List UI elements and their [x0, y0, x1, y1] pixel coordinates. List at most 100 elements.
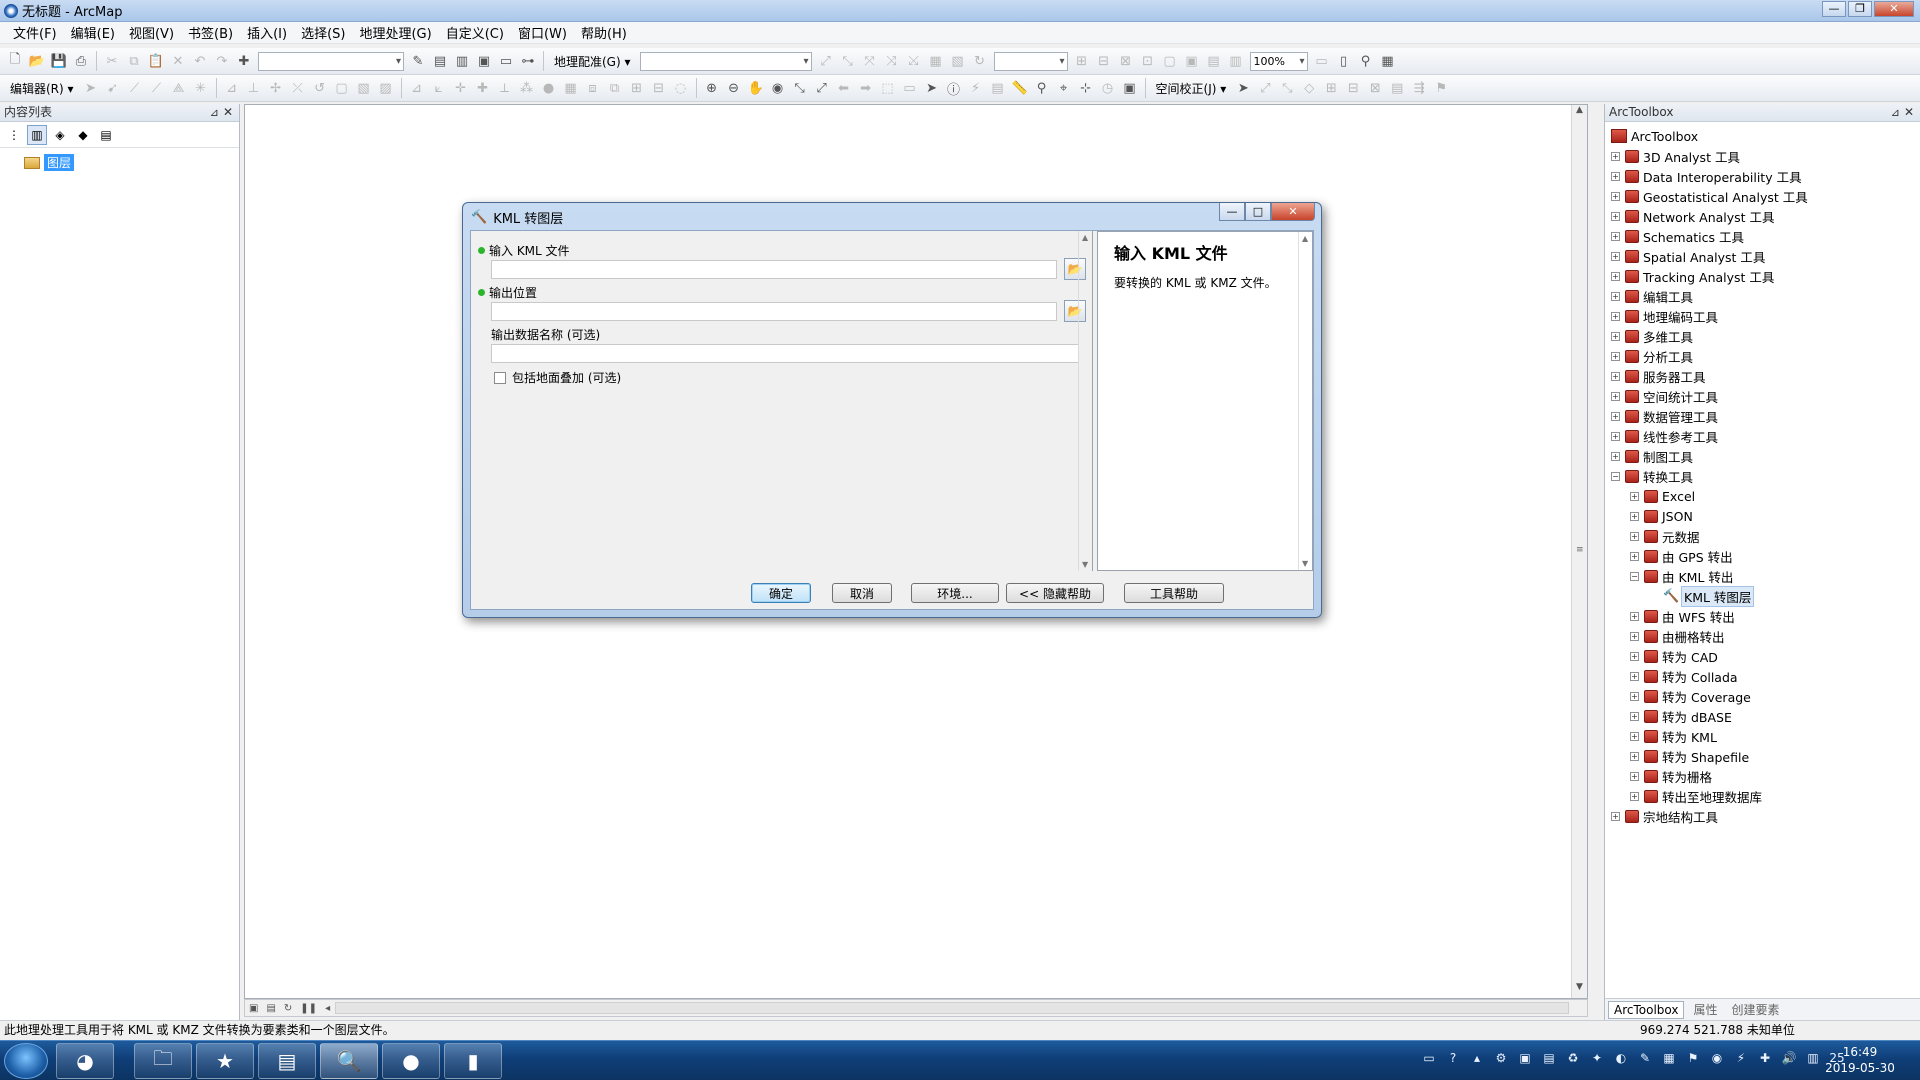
- scroll-left-icon[interactable]: ◂: [325, 1003, 330, 1014]
- identify-icon[interactable]: ⓘ: [944, 78, 964, 98]
- expand-icon[interactable]: +: [1611, 411, 1620, 421]
- toolset-item[interactable]: + 元数据: [1630, 526, 1700, 546]
- model-builder-icon[interactable]: ⊶: [518, 51, 538, 71]
- expand-icon[interactable]: +: [1630, 671, 1639, 681]
- toolbox-item[interactable]: + 地理编码工具: [1611, 306, 1718, 326]
- expand-icon[interactable]: +: [1611, 211, 1620, 221]
- pan-icon[interactable]: ✋: [746, 78, 766, 98]
- delete-icon[interactable]: ✕: [168, 51, 188, 71]
- georef-tool-icon[interactable]: ⤧: [860, 51, 880, 71]
- toolbox-item[interactable]: + Spatial Analyst 工具: [1611, 246, 1765, 266]
- menu-view[interactable]: 视图(V): [122, 23, 181, 42]
- topology-tool-icon[interactable]: ▦: [561, 78, 581, 98]
- menu-geoprocessing[interactable]: 地理处理(G): [352, 23, 438, 42]
- georeferencing-menu[interactable]: 地理配准(G) ▾: [548, 53, 637, 70]
- topology-tool-icon[interactable]: ✛: [451, 78, 471, 98]
- toolset-item[interactable]: + 转为 dBASE: [1630, 706, 1732, 726]
- toolbox-item[interactable]: + 空间统计工具: [1611, 386, 1718, 406]
- expand-icon[interactable]: +: [1630, 551, 1639, 561]
- arcmap-taskbar-icon[interactable]: 🔍: [320, 1043, 378, 1079]
- hyperlink-icon[interactable]: ⚡: [966, 78, 986, 98]
- zoom-out-icon[interactable]: ⊖: [724, 78, 744, 98]
- tool-help-button[interactable]: 工具帮助: [1124, 583, 1224, 603]
- print-icon[interactable]: ⎙: [71, 51, 91, 71]
- georef-tool-icon[interactable]: ⤨: [882, 51, 902, 71]
- tool-kml-to-layer[interactable]: 🔨 KML 转图层: [1663, 585, 1755, 607]
- expand-icon[interactable]: +: [1611, 251, 1620, 261]
- edit-tool-icon[interactable]: ▢: [332, 78, 352, 98]
- expand-icon[interactable]: +: [1630, 531, 1639, 541]
- tray-icon[interactable]: ⚑: [1684, 1049, 1702, 1067]
- topology-tool-icon[interactable]: ✚: [473, 78, 493, 98]
- tray-icon[interactable]: ?: [1444, 1049, 1462, 1067]
- redo-icon[interactable]: ↷: [212, 51, 232, 71]
- toolbox-item[interactable]: + 宗地结构工具: [1611, 806, 1718, 826]
- scroll-grip-icon[interactable]: ≡: [1576, 545, 1584, 555]
- zoom-in-icon[interactable]: ⊕: [702, 78, 722, 98]
- expand-icon[interactable]: +: [1611, 351, 1620, 361]
- layout-tool-icon[interactable]: ⊡: [1138, 51, 1158, 71]
- scale-combo[interactable]: [258, 51, 404, 71]
- layers-node[interactable]: 图层: [24, 154, 75, 171]
- ok-button[interactable]: 确定: [751, 583, 811, 603]
- ground-overlay-checkbox[interactable]: 包括地面叠加 (可选): [494, 369, 621, 386]
- output-name-field[interactable]: [491, 344, 1079, 363]
- edit-tool-icon[interactable]: ▨: [376, 78, 396, 98]
- toolbox-item[interactable]: + 服务器工具: [1611, 366, 1706, 386]
- adjust-tool-icon[interactable]: ⚑: [1431, 78, 1451, 98]
- toolbox-item[interactable]: + Data Interoperability 工具: [1611, 166, 1802, 186]
- expand-icon[interactable]: +: [1630, 711, 1639, 721]
- app-taskbar-icon[interactable]: ▮: [444, 1043, 502, 1079]
- toolset-item[interactable]: + 转为 Collada: [1630, 666, 1738, 686]
- forward-extent-icon[interactable]: ➡: [856, 78, 876, 98]
- tray-icon[interactable]: ✚: [1756, 1049, 1774, 1067]
- adjust-tool-icon[interactable]: ⤢: [1255, 78, 1275, 98]
- expand-icon[interactable]: +: [1611, 811, 1620, 821]
- expand-icon[interactable]: +: [1611, 271, 1620, 281]
- collapse-icon[interactable]: −: [1630, 571, 1639, 581]
- expand-icon[interactable]: +: [1611, 331, 1620, 341]
- toolbox-item[interactable]: + Tracking Analyst 工具: [1611, 266, 1774, 286]
- menu-customize[interactable]: 自定义(C): [439, 23, 511, 42]
- layout-tool-icon[interactable]: ▯: [1334, 51, 1354, 71]
- parameters-scrollbar[interactable]: ▲ ▼: [1078, 231, 1092, 571]
- rotation-input[interactable]: [993, 51, 1068, 71]
- restore-button[interactable]: ❐: [1848, 1, 1872, 17]
- toolbox-item[interactable]: + 数据管理工具: [1611, 406, 1718, 426]
- fixed-zoom-out-icon[interactable]: ⤢: [812, 78, 832, 98]
- catalog-icon[interactable]: ▥: [452, 51, 472, 71]
- list-by-source-icon[interactable]: ▥: [27, 124, 47, 145]
- select-features-icon[interactable]: ⬚: [878, 78, 898, 98]
- toolbox-item[interactable]: + 分析工具: [1611, 346, 1693, 366]
- expand-icon[interactable]: +: [1611, 231, 1620, 241]
- close-button[interactable]: ✕: [1874, 1, 1914, 17]
- explorer-taskbar-icon[interactable]: 🗀: [134, 1043, 192, 1079]
- layout-tool-icon[interactable]: ▣: [1182, 51, 1202, 71]
- edit-tool-icon[interactable]: ➤: [81, 78, 101, 98]
- measure-icon[interactable]: 📏: [1010, 78, 1030, 98]
- georef-tool-icon[interactable]: ▦: [926, 51, 946, 71]
- expand-icon[interactable]: +: [1630, 651, 1639, 661]
- edit-tool-icon[interactable]: ▧: [354, 78, 374, 98]
- find-icon[interactable]: ⚲: [1032, 78, 1052, 98]
- tray-icon[interactable]: ▦: [1660, 1049, 1678, 1067]
- app-taskbar-icon[interactable]: ●: [382, 1043, 440, 1079]
- toolset-item[interactable]: − 由 KML 转出: [1630, 566, 1733, 586]
- viewer-icon[interactable]: ▣: [1120, 78, 1140, 98]
- editor-toolbar-icon[interactable]: ✎: [408, 51, 428, 71]
- data-view-icon[interactable]: ▣: [249, 1003, 258, 1014]
- toolset-item[interactable]: + 由栅格转出: [1630, 626, 1725, 646]
- menu-insert[interactable]: 插入(I): [240, 23, 294, 42]
- refresh-icon[interactable]: ↻: [284, 1003, 292, 1014]
- toolbox-item[interactable]: + Geostatistical Analyst 工具: [1611, 186, 1808, 206]
- copy-icon[interactable]: ⧉: [124, 51, 144, 71]
- edit-tool-icon[interactable]: ✳: [191, 78, 211, 98]
- select-elements-icon[interactable]: ➤: [1233, 78, 1253, 98]
- tray-icon[interactable]: ♻: [1564, 1049, 1582, 1067]
- pin-icon[interactable]: ⊿: [210, 104, 219, 121]
- toolset-item[interactable]: + 转为 Shapefile: [1630, 746, 1749, 766]
- start-button[interactable]: [4, 1043, 48, 1079]
- tab-arctoolbox[interactable]: ArcToolbox: [1608, 1000, 1685, 1019]
- edit-tool-icon[interactable]: ⊿: [222, 78, 242, 98]
- minimize-button[interactable]: —: [1822, 1, 1846, 17]
